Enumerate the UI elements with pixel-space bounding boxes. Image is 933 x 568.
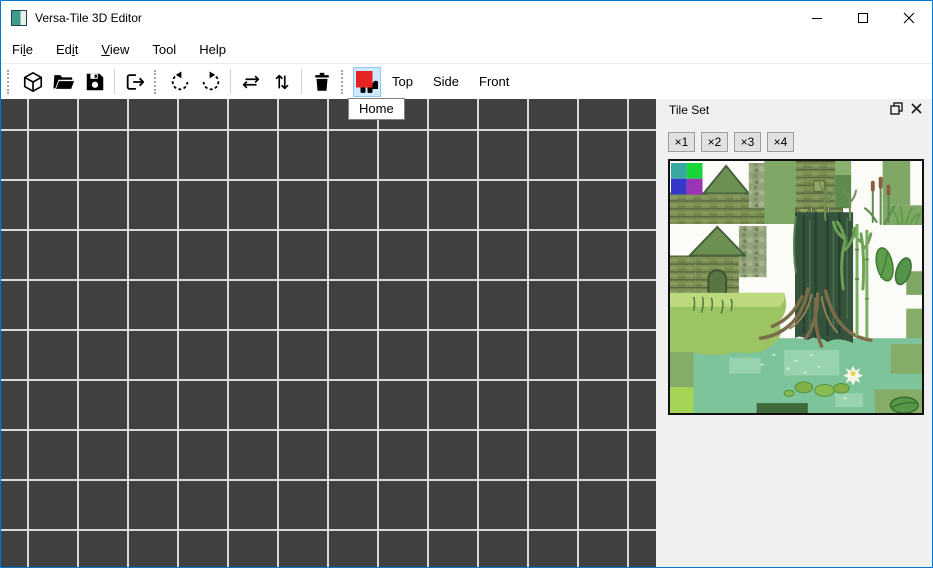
rotate-cw-button[interactable]: [197, 67, 225, 97]
home-button[interactable]: [353, 67, 381, 97]
tileset-panel: Tile Set ×1 ×2 ×3 ×4: [656, 99, 932, 567]
zoom-x1-button[interactable]: ×1: [668, 132, 695, 152]
window-title: Versa-Tile 3D Editor: [35, 11, 794, 25]
menu-bar: File Edit View Tool Help: [1, 35, 932, 63]
toolbar-handle[interactable]: [341, 70, 345, 94]
rotate-cw-icon: [200, 71, 222, 93]
float-panel-button[interactable]: [888, 102, 904, 118]
title-bar: Versa-Tile 3D Editor: [1, 1, 932, 35]
tileset-panel-title: Tile Set: [669, 103, 884, 117]
zoom-x2-button[interactable]: ×2: [701, 132, 728, 152]
maximize-icon: [857, 12, 869, 24]
map-grid-canvas[interactable]: [1, 99, 656, 567]
app-icon: [11, 10, 27, 26]
flip-horizontal-icon: [240, 71, 262, 93]
close-panel-button[interactable]: [908, 102, 924, 118]
zoom-x3-button[interactable]: ×3: [734, 132, 761, 152]
tileset-image[interactable]: [668, 159, 924, 415]
rotate-ccw-button[interactable]: [166, 67, 194, 97]
menu-item-edit[interactable]: Edit: [48, 38, 86, 61]
minimize-button[interactable]: [794, 1, 840, 35]
open-folder-icon: [53, 71, 75, 93]
float-icon: [890, 102, 903, 118]
save-icon: [84, 71, 106, 93]
flip-horizontal-button[interactable]: [237, 67, 265, 97]
tileset-panel-header[interactable]: Tile Set: [656, 99, 932, 121]
toolbar-separator: [301, 69, 302, 94]
content-area: Tile Set ×1 ×2 ×3 ×4: [1, 99, 932, 567]
view-top-button[interactable]: Top: [383, 67, 422, 97]
zoom-x4-button[interactable]: ×4: [767, 132, 794, 152]
maximize-button[interactable]: [840, 1, 886, 35]
close-button[interactable]: [886, 1, 932, 35]
toolbar: Top Side Front: [1, 63, 932, 99]
app-window: Versa-Tile 3D Editor File Edit View Tool…: [0, 0, 933, 568]
menu-item-help[interactable]: Help: [191, 38, 234, 61]
menu-item-tool[interactable]: Tool: [144, 38, 184, 61]
view-side-button[interactable]: Side: [424, 67, 468, 97]
export-button[interactable]: [121, 67, 149, 97]
home-tooltip: Home: [348, 98, 405, 120]
menu-item-view[interactable]: View: [93, 38, 137, 61]
rotate-ccw-icon: [169, 71, 191, 93]
toolbar-separator: [230, 69, 231, 94]
delete-button[interactable]: [308, 67, 336, 97]
toolbar-handle[interactable]: [154, 70, 158, 94]
menu-item-file[interactable]: File: [4, 38, 41, 61]
flip-vertical-button[interactable]: [268, 67, 296, 97]
new-model-button[interactable]: [19, 67, 47, 97]
toolbar-handle[interactable]: [7, 70, 11, 94]
trash-icon: [311, 71, 333, 93]
flip-vertical-icon: [271, 71, 293, 93]
cube-icon: [22, 71, 44, 93]
save-button[interactable]: [81, 67, 109, 97]
close-icon: [903, 12, 915, 24]
minimize-icon: [811, 12, 823, 24]
home-icon: [355, 70, 379, 94]
open-button[interactable]: [50, 67, 78, 97]
tileset-zoom-buttons: ×1 ×2 ×3 ×4: [668, 132, 932, 152]
window-controls: [794, 1, 932, 35]
close-icon: [911, 103, 922, 117]
view-front-button[interactable]: Front: [470, 67, 518, 97]
toolbar-separator: [114, 69, 115, 94]
export-icon: [124, 71, 146, 93]
